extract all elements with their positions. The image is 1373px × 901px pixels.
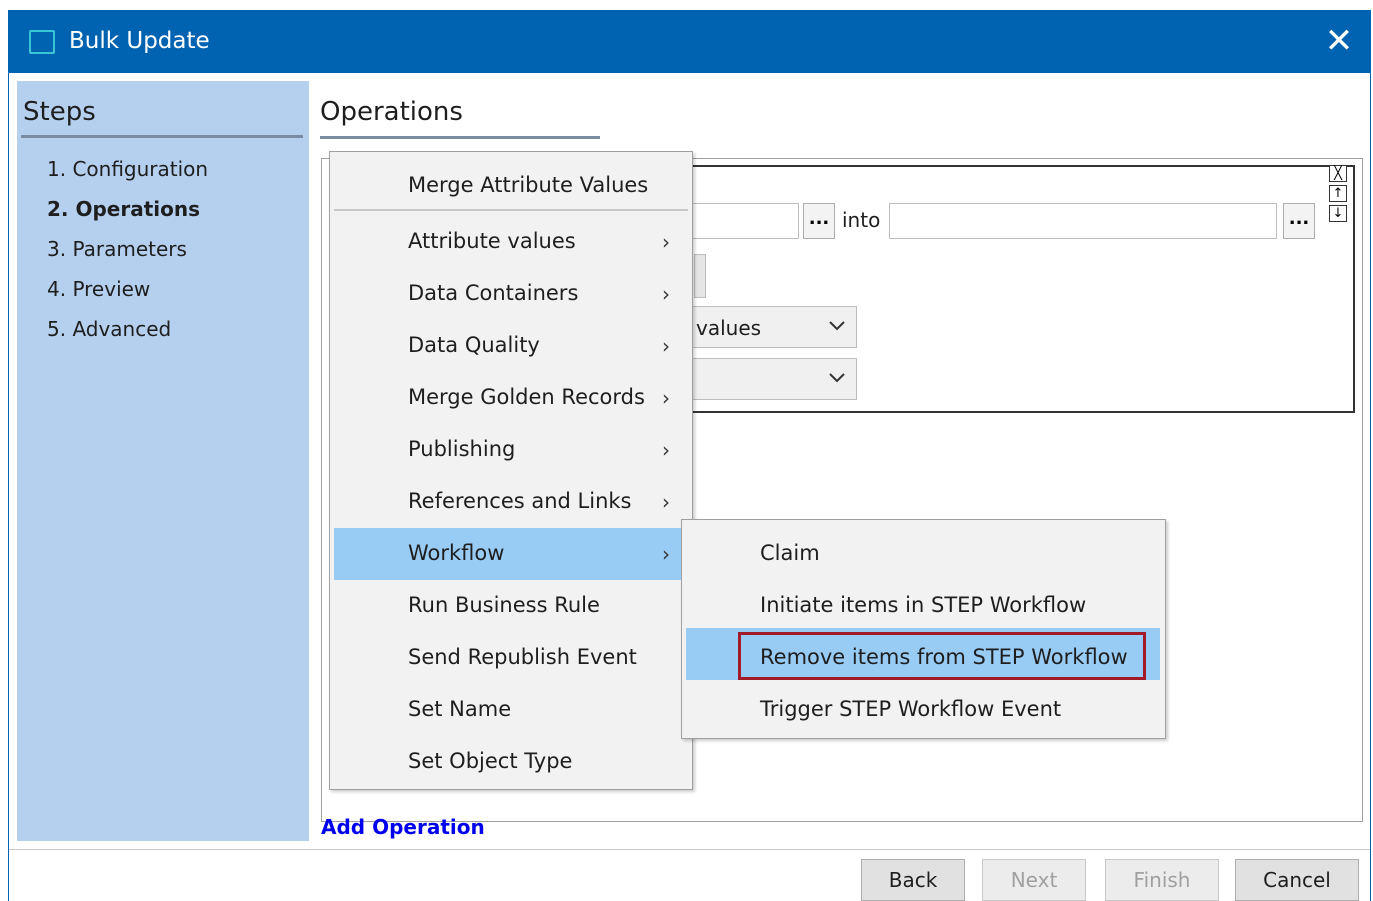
source-browse-button[interactable]: ... [803,203,835,239]
chevron-right-icon: › [662,230,670,254]
menu-item-label: Trigger STEP Workflow Event [760,697,1062,721]
menu-item-set-object-type[interactable]: Set Object Type [334,736,688,788]
menu-item-label: Data Quality [408,333,540,357]
chevron-right-icon: › [662,490,670,514]
value-mode-dropdown[interactable]: values [689,306,857,348]
chevron-right-icon: › [662,542,670,566]
menu-item-label: Remove items from STEP Workflow [760,645,1128,669]
menu-item-label: Merge Golden Records [408,385,645,409]
dropdown-value: values [696,316,762,340]
chevron-right-icon: › [662,438,670,462]
add-operation-menu: Merge Attribute Values Attribute values … [329,151,693,790]
menu-item-workflow[interactable]: Workflow › [334,528,688,580]
menu-item-label: Publishing [408,437,516,461]
cancel-button[interactable]: Cancel [1235,859,1359,901]
operations-heading: Operations [320,97,463,127]
submenu-item-trigger-event[interactable]: Trigger STEP Workflow Event [686,684,1160,736]
target-attribute-field[interactable] [889,203,1277,239]
chevron-right-icon: › [662,334,670,358]
target-browse-button[interactable]: ... [1283,203,1315,239]
menu-item-label: Set Name [408,697,512,721]
menu-item-references-and-links[interactable]: References and Links › [334,476,688,528]
chevron-right-icon: › [662,282,670,306]
remove-operation-icon[interactable]: ╳ [1329,165,1347,182]
next-button[interactable]: Next [982,859,1086,901]
submenu-item-claim[interactable]: Claim [686,528,1160,580]
menu-item-publishing[interactable]: Publishing › [334,424,688,476]
source-attribute-field[interactable] [689,203,799,239]
move-up-icon[interactable]: ↑ [1329,185,1347,202]
dialog-footer: Back Next Finish Cancel [9,849,1370,901]
add-operation-link[interactable]: Add Operation [321,815,485,839]
menu-item-label: Initiate items in STEP Workflow [760,593,1087,617]
menu-item-label: Merge Attribute Values [408,173,649,197]
menu-item-merge-golden-records[interactable]: Merge Golden Records › [334,372,688,424]
move-down-icon[interactable]: ↓ [1329,205,1347,222]
into-label: into [842,208,881,232]
steps-heading: Steps [23,97,96,127]
menu-item-set-name[interactable]: Set Name [334,684,688,736]
step-preview[interactable]: 4. Preview [47,277,150,301]
back-button[interactable]: Back [861,859,965,901]
step-advanced[interactable]: 5. Advanced [47,317,171,341]
menu-item-label: Set Object Type [408,749,573,773]
menu-item-run-business-rule[interactable]: Run Business Rule [334,580,688,632]
step-operations[interactable]: 2. Operations [47,197,200,221]
menu-separator [334,209,688,211]
close-button[interactable]: ✕ [1319,21,1359,61]
submenu-item-remove-items[interactable]: Remove items from STEP Workflow [686,628,1160,680]
window-icon [29,30,55,54]
menu-item-label: References and Links [408,489,632,513]
workflow-submenu: Claim Initiate items in STEP Workflow Re… [681,519,1166,739]
secondary-dropdown[interactable] [689,358,857,400]
menu-item-label: Attribute values [408,229,576,253]
steps-panel: Steps 1. Configuration 2. Operations 3. … [17,81,309,841]
title-bar: Bulk Update ✕ [9,11,1370,73]
menu-item-data-quality[interactable]: Data Quality › [334,320,688,372]
step-configuration[interactable]: 1. Configuration [47,157,208,181]
finish-button[interactable]: Finish [1105,859,1219,901]
step-parameters[interactable]: 3. Parameters [47,237,187,261]
menu-item-label: Run Business Rule [408,593,600,617]
chevron-right-icon: › [662,386,670,410]
steps-divider [21,135,303,138]
menu-item-label: Workflow [408,541,505,565]
chevron-down-icon [829,321,845,331]
operations-divider [320,136,600,139]
menu-item-attribute-values[interactable]: Attribute values › [334,216,688,268]
menu-item-send-republish-event[interactable]: Send Republish Event [334,632,688,684]
window-title: Bulk Update [69,28,210,54]
submenu-item-initiate-items[interactable]: Initiate items in STEP Workflow [686,580,1160,632]
hidden-button[interactable] [694,254,706,298]
menu-item-data-containers[interactable]: Data Containers › [334,268,688,320]
menu-item-label: Claim [760,541,820,565]
chevron-down-icon [829,373,845,383]
menu-item-merge-attribute-values[interactable]: Merge Attribute Values [334,160,688,212]
menu-item-label: Data Containers [408,281,579,305]
menu-item-label: Send Republish Event [408,645,637,669]
